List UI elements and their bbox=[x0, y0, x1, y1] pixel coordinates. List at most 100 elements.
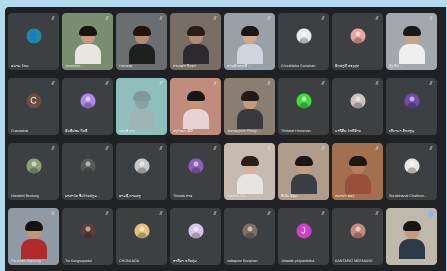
participant-tile[interactable]: ⫻ ທາມຊື ຄາຍສະ bbox=[116, 143, 167, 200]
participant-name: ອາທີຍາ ແກ້ວກຸ່ນ bbox=[173, 258, 197, 263]
participant-tile[interactable]: C ⫻ Chanachai bbox=[8, 78, 59, 135]
participant-name: ກຸ້ງ ກັນ ... bbox=[389, 63, 403, 68]
mic-muted-icon: ⫻ bbox=[429, 16, 433, 22]
profile-photo-icon bbox=[80, 158, 95, 174]
profile-photo-icon bbox=[350, 93, 365, 109]
mic-muted-icon: ⫻ bbox=[375, 211, 379, 217]
mic-muted-icon: ⫻ bbox=[105, 81, 109, 87]
mic-muted-icon: ⫻ bbox=[159, 211, 163, 217]
mic-muted-icon: ⫻ bbox=[159, 81, 163, 87]
participant-name: Jeerapiporn Pitinip... bbox=[227, 128, 260, 133]
profile-photo-icon bbox=[80, 93, 95, 109]
participant-tile[interactable]: ⫻ Thinala ດາວ bbox=[170, 143, 221, 200]
participant-grid: 👤 ⫻ ສມາຍ ໄຫນ ⫻ Janeeeai ... ⫻ Hamzaa ⫻ ກາບເສດ ກ… bbox=[8, 13, 437, 265]
profile-photo-icon bbox=[296, 28, 311, 44]
participant-tile[interactable]: ⫻ ເສີນາຍາ ທັດສະນຸ bbox=[386, 78, 437, 135]
participant-video-feed bbox=[182, 91, 209, 129]
person-icon: 👤 bbox=[26, 28, 41, 44]
participant-tile[interactable]: ⫻ Kanitha Ou... bbox=[224, 143, 275, 200]
participant-name: ເສີນາຍາ ທັດສະນຸ bbox=[389, 128, 415, 133]
participant-tile[interactable]: ⫻ ອີເວັນ ພ້ອມ bbox=[278, 143, 329, 200]
participant-tile[interactable]: ⫻ Paramee Maroeng bbox=[8, 208, 59, 265]
profile-photo-icon bbox=[404, 93, 419, 109]
participant-tile[interactable]: ⫻ ພາສາໄທ ອີນໂກ່ນປະຍ... bbox=[62, 143, 113, 200]
participant-name: CHONLADA bbox=[119, 258, 139, 263]
mic-muted-icon: ⫻ bbox=[267, 146, 271, 152]
mic-muted-icon: ⫻ bbox=[51, 81, 55, 87]
participant-name: ສາຍລັດສະໝີ ... bbox=[227, 63, 252, 68]
mic-muted-icon: ⫻ bbox=[105, 211, 109, 217]
participant-video-feed bbox=[128, 26, 155, 64]
participant-tile[interactable]: ⫻ Jeerapiporn Pitinip... bbox=[224, 78, 275, 135]
mic-muted-icon: ⫻ bbox=[321, 211, 325, 217]
participant-tile[interactable]: 👤 ⫻ ສມາຍ ໄຫນ bbox=[8, 13, 59, 70]
participant-tile[interactable]: ⫻ nattaporn Bunphan bbox=[224, 208, 275, 265]
participant-tile[interactable]: J ⫻ Jirawath phiyanthikul bbox=[278, 208, 329, 265]
participant-tile[interactable]: ⫻ ອາທີຍາ ແກ້ວກຸ່ນ bbox=[170, 208, 221, 265]
letter-c-icon: C bbox=[26, 93, 41, 109]
mic-muted-icon: ⫻ bbox=[213, 146, 217, 152]
profile-photo-icon bbox=[134, 223, 149, 239]
participant-tile[interactable]: ⫻ ສະໄໝດ ເບີນີ bbox=[170, 78, 221, 135]
participant-name: ສັນທີຟອນ ຈັນທີ້ bbox=[65, 128, 88, 133]
participant-name: ຫນາສາ ແສງ bbox=[335, 193, 355, 198]
mic-muted-icon: ⫻ bbox=[159, 16, 163, 22]
mic-muted-icon: ⫻ bbox=[429, 146, 433, 152]
participant-tile[interactable]: ⫻ Hamzaa bbox=[116, 13, 167, 70]
meeting-grid-container: 👤 ⫻ ສມາຍ ໄຫນ ⫻ Janeeeai ... ⫻ Hamzaa ⫻ ກາບເສດ ກ… bbox=[5, 7, 446, 271]
participant-name: nattaporn Bunphan bbox=[227, 258, 258, 263]
participant-video-feed bbox=[236, 156, 263, 194]
participant-name: ສະໄໝດ ເບີນີ bbox=[173, 128, 193, 133]
participant-tile[interactable]: ⫻ Thidarat Homchan bbox=[278, 78, 329, 135]
participant-name: Hamzaa bbox=[119, 63, 133, 68]
participant-tile[interactable]: ⫻ Janeeeai ... bbox=[62, 13, 113, 70]
mic-muted-icon: ⫻ bbox=[429, 81, 433, 87]
participant-video-feed bbox=[182, 26, 209, 64]
mic-muted-icon: ⫻ bbox=[321, 16, 325, 22]
participant-name: Jirawath phiyanthikul bbox=[281, 258, 315, 263]
participant-name: ກາບເສດ ກັນຍາ bbox=[173, 63, 197, 68]
participant-tile[interactable]: ⫻ ສາຍລັດສະໝີ ... bbox=[224, 13, 275, 70]
participant-tile[interactable]: ⫻ ຫນາສາ ແສງ bbox=[332, 143, 383, 200]
mic-muted-icon: ⫻ bbox=[321, 146, 325, 152]
participant-tile[interactable]: ⫻ CHONLADA bbox=[116, 208, 167, 265]
participant-name: ທາມຊື ຄາຍສະ bbox=[119, 193, 141, 198]
participant-name: Tia Kongsupadul bbox=[65, 258, 92, 263]
speaking-indicator-icon bbox=[428, 211, 434, 217]
participant-name: Thinala ດາວ bbox=[173, 193, 193, 198]
participant-name: Thidarat Homchan bbox=[281, 128, 311, 133]
profile-photo-icon bbox=[26, 158, 41, 174]
participant-name: Paramee Maroeng bbox=[11, 258, 41, 263]
profile-photo-icon bbox=[188, 223, 203, 239]
participant-tile[interactable]: ⫻ ແສງສີ ນາງ bbox=[116, 78, 167, 135]
participant-tile[interactable]: ⫻ ກາບເສດ ກັນຍາ bbox=[170, 13, 221, 70]
participant-video-feed bbox=[344, 156, 371, 194]
participant-tile[interactable]: ⫻ ສັນທີຟອນ ຈັນທີ້ bbox=[62, 78, 113, 135]
participant-tile[interactable]: ⫻ Chonthicha Somchan bbox=[278, 13, 329, 70]
participant-tile[interactable]: ⫻ Suratchanat Chaibum... bbox=[386, 143, 437, 200]
participant-name: ແສງສີ ນາງ bbox=[119, 128, 136, 133]
participant-tile[interactable]: ⫻ KANTAPAT MEEMANG bbox=[332, 208, 383, 265]
mic-muted-icon: ⫻ bbox=[321, 81, 325, 87]
profile-photo-icon bbox=[242, 223, 257, 239]
participant-tile[interactable]: ⫻ Nanabet Bentong bbox=[8, 143, 59, 200]
participant-name: Chanachai bbox=[11, 128, 29, 133]
participant-video-feed bbox=[398, 221, 425, 259]
mic-muted-icon: ⫻ bbox=[375, 16, 379, 22]
participant-video-feed bbox=[236, 26, 263, 64]
mic-muted-icon: ⫻ bbox=[375, 146, 379, 152]
participant-tile[interactable]: ⫻ Tia Kongsupadul bbox=[62, 208, 113, 265]
mic-muted-icon: ⫻ bbox=[51, 16, 55, 22]
participant-tile[interactable]: ⫻ ທັດສະນີ ທອງສຸກ bbox=[332, 13, 383, 70]
mic-muted-icon: ⫻ bbox=[267, 81, 271, 87]
participant-video-feed bbox=[74, 26, 101, 64]
mic-muted-icon: ⫻ bbox=[213, 211, 217, 217]
participant-tile[interactable]: ⫻ ກຸ້ງ ກັນ ... bbox=[386, 13, 437, 70]
participant-name: ອີເວັນ ພ້ອມ bbox=[281, 193, 298, 198]
participant-tile[interactable]: ⫻ ນາຖີ່ທີ່ພ ໄຫທີ່ຣົານ bbox=[332, 78, 383, 135]
participant-name: Nanabet Bentong bbox=[11, 193, 39, 198]
participant-video-feed bbox=[128, 91, 155, 129]
participant-name: ສມາຍ ໄຫນ bbox=[11, 63, 29, 68]
participant-video-feed bbox=[398, 26, 425, 64]
participant-tile[interactable] bbox=[386, 208, 437, 265]
